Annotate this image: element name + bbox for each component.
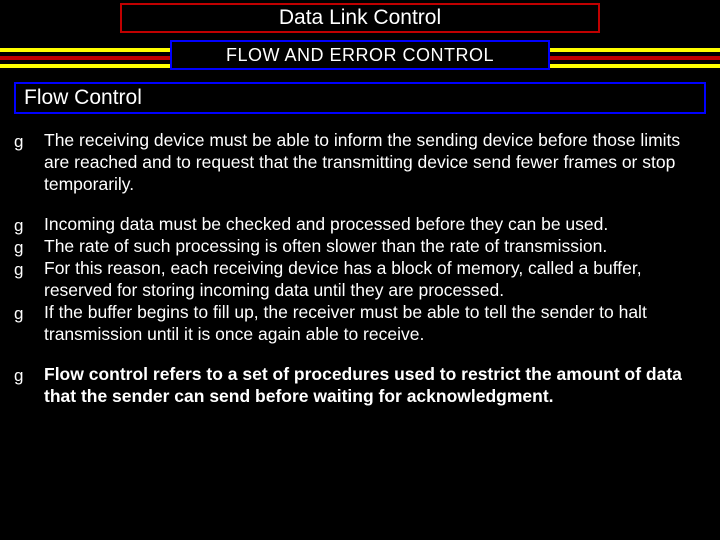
bullet-text: Flow control refers to a set of procedur… <box>44 364 706 408</box>
bullet-text: The receiving device must be able to inf… <box>44 130 706 196</box>
bullet-marker-icon: g <box>14 214 44 236</box>
bullet-item: g The receiving device must be able to i… <box>14 130 706 196</box>
slide-title: Data Link Control <box>279 6 441 30</box>
bullet-marker-icon: g <box>14 364 44 386</box>
bullet-marker-icon: g <box>14 130 44 152</box>
slide-title-box: Data Link Control <box>120 3 600 33</box>
bullet-group: g Flow control refers to a set of proced… <box>14 364 706 408</box>
bullet-item: g Incoming data must be checked and proc… <box>14 214 706 236</box>
bullet-group: g Incoming data must be checked and proc… <box>14 214 706 346</box>
bullet-item: g For this reason, each receiving device… <box>14 258 706 302</box>
slide-body: g The receiving device must be able to i… <box>14 130 706 425</box>
bullet-item: g If the buffer begins to fill up, the r… <box>14 302 706 346</box>
bullet-marker-icon: g <box>14 302 44 324</box>
bullet-group: g The receiving device must be able to i… <box>14 130 706 196</box>
section-heading: Flow Control <box>24 86 142 110</box>
slide-subtitle: FLOW AND ERROR CONTROL <box>226 45 494 66</box>
slide-subtitle-box: FLOW AND ERROR CONTROL <box>170 40 550 70</box>
bullet-text: For this reason, each receiving device h… <box>44 258 706 302</box>
bullet-item: g Flow control refers to a set of proced… <box>14 364 706 408</box>
bullet-marker-icon: g <box>14 236 44 258</box>
section-heading-box: Flow Control <box>14 82 706 114</box>
bullet-item: g The rate of such processing is often s… <box>14 236 706 258</box>
bullet-text: If the buffer begins to fill up, the rec… <box>44 302 706 346</box>
bullet-text: Incoming data must be checked and proces… <box>44 214 706 236</box>
bullet-marker-icon: g <box>14 258 44 280</box>
bullet-text: The rate of such processing is often slo… <box>44 236 706 258</box>
